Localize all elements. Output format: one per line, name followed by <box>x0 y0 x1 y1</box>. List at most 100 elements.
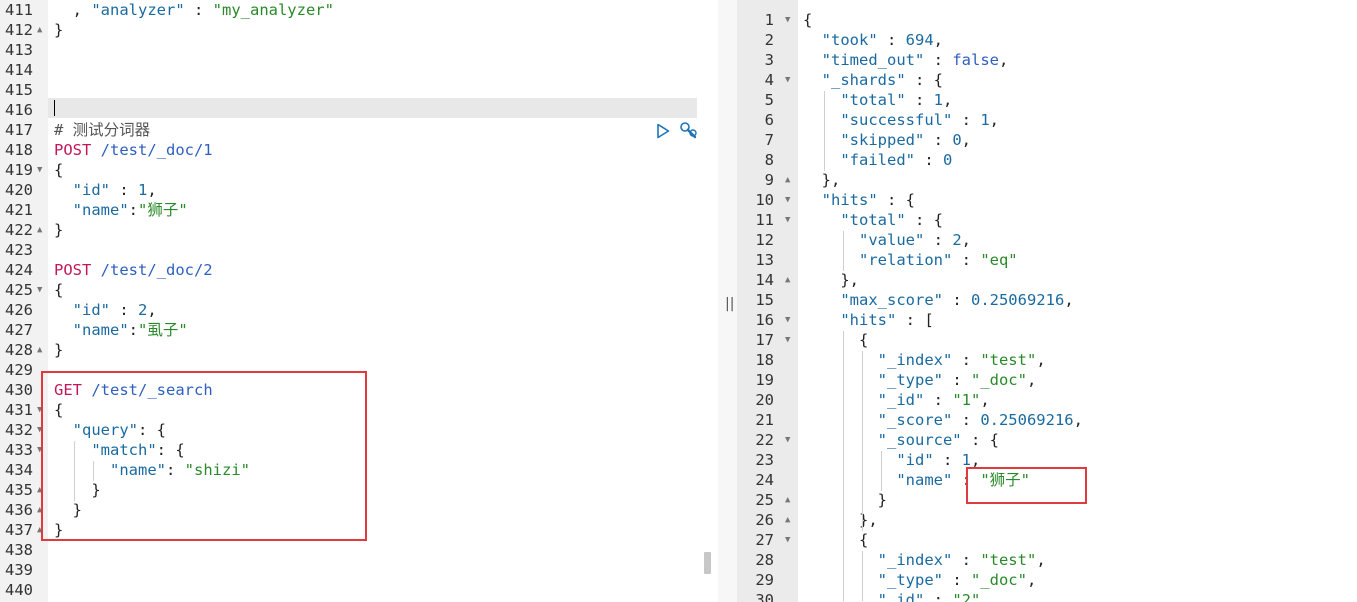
code-line[interactable]: 15 "max_score" : 0.25069216, <box>737 290 1357 310</box>
line-number: 438 <box>5 541 33 559</box>
code-line[interactable]: 7 "skipped" : 0, <box>737 130 1357 150</box>
code-line[interactable]: 424 POST /test/_doc/2 <box>0 260 718 280</box>
code-line[interactable]: 13 "relation" : "eq" <box>737 250 1357 270</box>
code-token: "name" <box>803 471 953 489</box>
code-line[interactable]: 28 "_index" : "test", <box>737 550 1357 570</box>
code-line[interactable]: 9 ▲ }, <box>737 170 1357 190</box>
code-token: : <box>933 451 962 469</box>
code-line[interactable]: 10 ▼ "hits" : { <box>737 190 1357 210</box>
line-number: 423 <box>5 241 33 259</box>
fold-close-icon[interactable]: ▲ <box>785 510 790 530</box>
code-line[interactable]: 12 "value" : 2, <box>737 230 1357 250</box>
fold-open-icon[interactable]: ▼ <box>785 70 790 90</box>
code-line[interactable]: 414 <box>0 60 718 80</box>
code-line[interactable]: 1 ▼ { <box>737 10 1357 30</box>
line-number: 421 <box>5 201 33 219</box>
code-line[interactable]: 420 "id" : 1, <box>0 180 718 200</box>
code-line[interactable]: 4 ▼ "_shards" : { <box>737 70 1357 90</box>
code-token: "max_score" <box>803 291 943 309</box>
fold-close-icon[interactable]: ▲ <box>785 270 790 290</box>
code-line[interactable]: 18 "_index" : "test", <box>737 350 1357 370</box>
code-token: /test/_doc/2 <box>91 261 213 279</box>
code-line[interactable]: 2 "took" : 694, <box>737 30 1357 50</box>
line-number: 16 <box>755 311 774 329</box>
code-line[interactable]: 416 <box>0 100 718 120</box>
code-line[interactable]: 421 "name":"狮子" <box>0 200 718 220</box>
fold-open-icon[interactable]: ▼ <box>785 530 790 550</box>
fold-close-icon[interactable]: ▲ <box>785 170 790 190</box>
code-line[interactable]: 419 ▼ { <box>0 160 718 180</box>
code-line[interactable]: 426 "id" : 2, <box>0 300 718 320</box>
code-line[interactable]: 428 ▲} <box>0 340 718 360</box>
code-line[interactable]: 8 "failed" : 0 <box>737 150 1357 170</box>
code-line[interactable]: 417 # 测试分词器 <box>0 120 718 140</box>
code-line[interactable]: 427 "name":"虱子" <box>0 320 718 340</box>
fold-open-icon[interactable]: ▼ <box>37 280 42 300</box>
code-line[interactable]: 22 ▼ "_source" : { <box>737 430 1357 450</box>
line-number: 415 <box>5 81 33 99</box>
line-code: "name":"狮子" <box>54 200 188 220</box>
code-line[interactable]: 413 <box>0 40 718 60</box>
code-line[interactable]: 17 ▼ { <box>737 330 1357 350</box>
code-line[interactable]: 16 ▼ "hits" : [ <box>737 310 1357 330</box>
code-token: { <box>54 161 64 179</box>
fold-open-icon[interactable]: ▼ <box>785 430 790 450</box>
code-line[interactable]: 425 ▼ { <box>0 280 718 300</box>
fold-open-icon[interactable]: ▼ <box>785 310 790 330</box>
fold-close-icon[interactable]: ▲ <box>37 20 42 40</box>
code-token: : <box>128 321 138 339</box>
fold-open-icon[interactable]: ▼ <box>785 330 790 350</box>
code-token: "my_analyzer" <box>212 1 334 19</box>
line-code: } <box>54 340 63 360</box>
code-line[interactable]: 440 <box>0 580 718 600</box>
code-line[interactable]: 21 "_score" : 0.25069216, <box>737 410 1357 430</box>
play-icon[interactable] <box>656 123 670 143</box>
fold-close-icon[interactable]: ▲ <box>37 340 42 360</box>
code-line[interactable]: 423 <box>0 240 718 260</box>
code-line[interactable]: 422 ▲} <box>0 220 718 240</box>
line-number: 26 <box>755 511 774 529</box>
fold-open-icon[interactable]: ▼ <box>37 160 42 180</box>
line-code: { <box>803 330 868 350</box>
fold-open-icon[interactable]: ▼ <box>785 10 790 30</box>
code-line[interactable]: 415 <box>0 80 718 100</box>
splitter-handle[interactable]: || <box>725 296 734 312</box>
line-number: 20 <box>755 391 774 409</box>
code-line[interactable]: 19 "_type" : "_doc", <box>737 370 1357 390</box>
wrench-icon[interactable] <box>679 121 699 145</box>
code-line[interactable]: 29 "_type" : "_doc", <box>737 570 1357 590</box>
fold-open-icon[interactable]: ▼ <box>785 190 790 210</box>
code-token: , <box>1036 351 1046 369</box>
line-number: 411 <box>5 1 33 19</box>
code-token: POST <box>54 261 92 279</box>
request-scrollbar[interactable] <box>704 552 711 574</box>
fold-close-icon[interactable]: ▲ <box>37 220 42 240</box>
code-line[interactable]: 30 "_id" : "2", <box>737 590 1357 602</box>
fold-open-icon[interactable]: ▼ <box>785 210 790 230</box>
code-line[interactable]: 20 "_id" : "1", <box>737 390 1357 410</box>
code-line[interactable]: 6 "successful" : 1, <box>737 110 1357 130</box>
code-line[interactable]: 26 ▲ }, <box>737 510 1357 530</box>
response-viewer[interactable]: 1 ▼{2 "took" : 694, 3 "timed_out" : false,… <box>737 0 1357 602</box>
line-number: 427 <box>5 321 33 339</box>
code-line[interactable]: 412 ▲} <box>0 20 718 40</box>
code-line[interactable]: 418 POST /test/_doc/1 <box>0 140 718 160</box>
code-token: : <box>942 291 971 309</box>
code-line[interactable]: 27 ▼ { <box>737 530 1357 550</box>
line-number: 9 <box>764 171 774 189</box>
code-token: "name" <box>54 201 129 219</box>
code-line[interactable]: 3 "timed_out" : false, <box>737 50 1357 70</box>
code-line[interactable]: 5 "total" : 1, <box>737 90 1357 110</box>
code-line[interactable]: 14 ▲ }, <box>737 270 1357 290</box>
code-line[interactable]: 439 <box>0 560 718 580</box>
code-token: "_shards" <box>803 71 906 89</box>
pane-splitter[interactable]: || <box>718 0 737 602</box>
request-highlight-box <box>41 371 367 541</box>
code-line[interactable]: 438 <box>0 540 718 560</box>
line-code: "_index" : "test", <box>803 550 1046 570</box>
fold-close-icon[interactable]: ▲ <box>785 490 790 510</box>
code-line[interactable]: 11 ▼ "total" : { <box>737 210 1357 230</box>
code-token: { <box>803 531 869 549</box>
line-number: 412 <box>5 21 33 39</box>
code-line[interactable]: 411 , "analyzer" : "my_analyzer" <box>0 0 718 20</box>
